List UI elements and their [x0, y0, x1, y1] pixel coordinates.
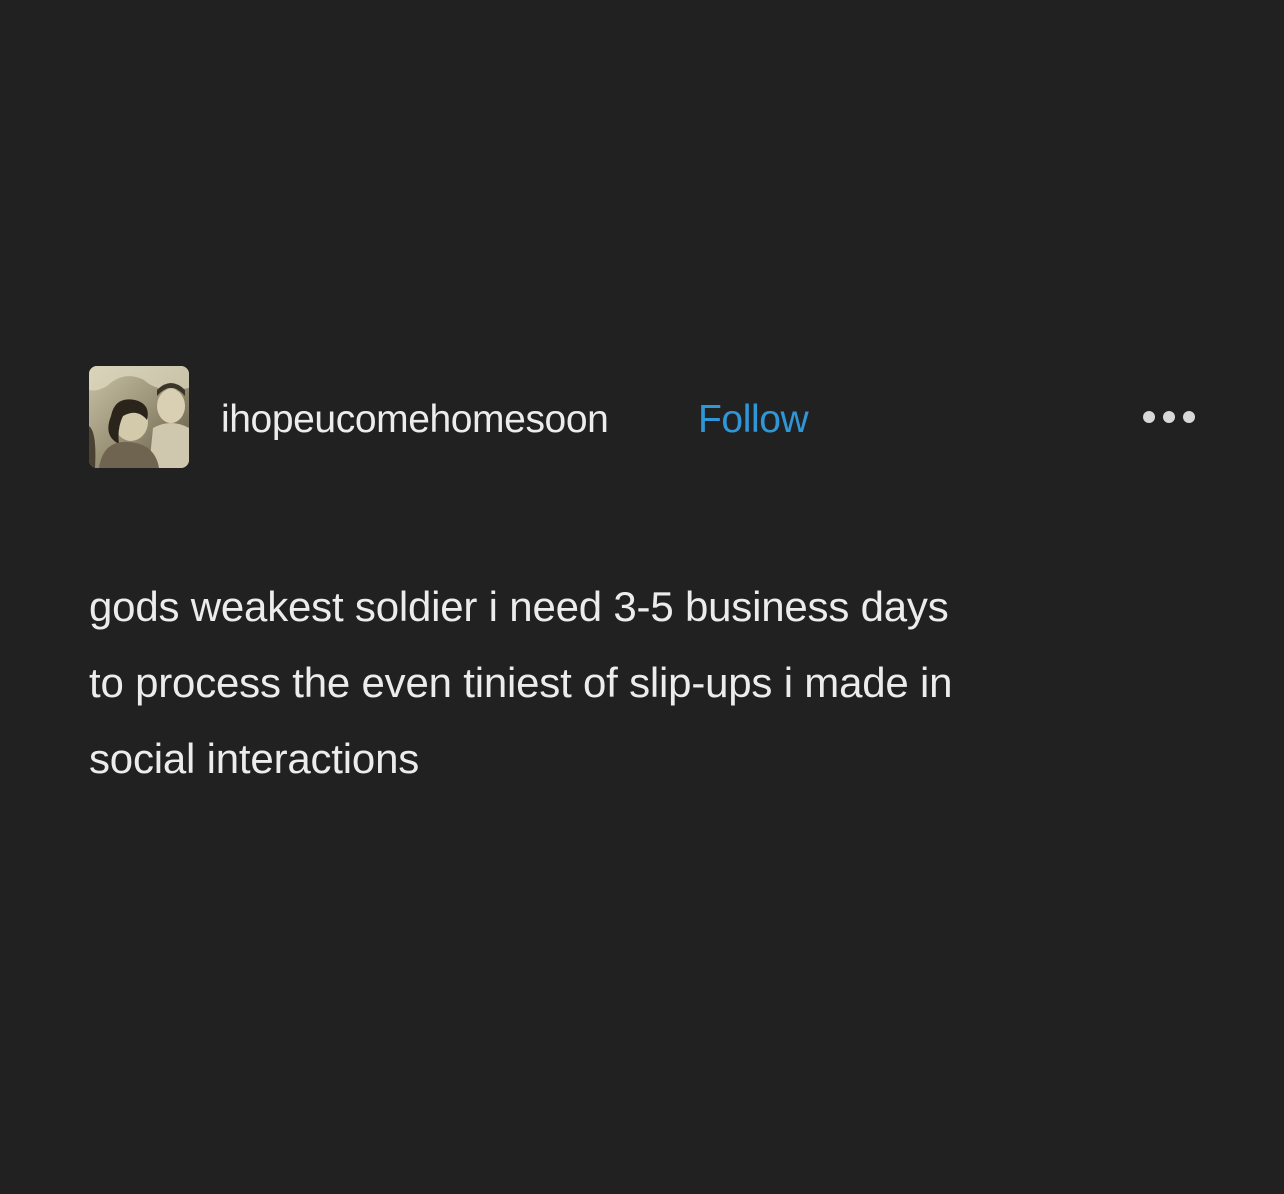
avatar[interactable] [89, 366, 189, 468]
follow-button[interactable]: Follow [698, 398, 809, 442]
post-body-line: to process the even tiniest of slip-ups … [89, 659, 953, 706]
username[interactable]: ihopeucomehomesoon [221, 398, 609, 442]
tumblr-post: ihopeucomehomesoon Follow gods weakest s… [89, 366, 1199, 797]
post-body-line: social interactions [89, 735, 420, 782]
post-body: gods weakest soldier i need 3-5 business… [89, 569, 1189, 797]
more-horizontal-icon[interactable] [1143, 408, 1195, 426]
more-dot [1163, 411, 1175, 423]
more-dot [1183, 411, 1195, 423]
avatar-photo [89, 366, 189, 468]
post-body-line: gods weakest soldier i need 3-5 business… [89, 583, 949, 630]
post-header: ihopeucomehomesoon Follow [89, 366, 1199, 468]
more-dot [1143, 411, 1155, 423]
